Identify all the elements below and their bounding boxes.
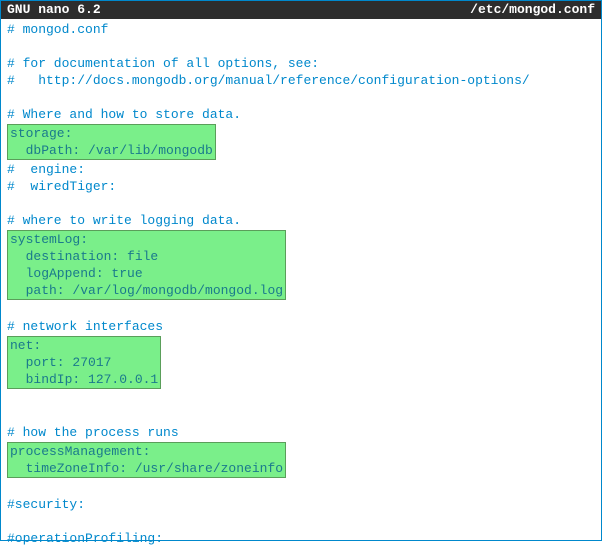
comment-line: # engine: xyxy=(7,161,595,178)
blank-line xyxy=(7,479,595,496)
highlighted-block-storage: storage: dbPath: /var/lib/mongodb xyxy=(7,124,216,160)
highlighted-block-systemlog: systemLog: destination: file logAppend: … xyxy=(7,230,286,300)
config-line: destination: file xyxy=(10,248,283,265)
blank-line xyxy=(7,301,595,318)
title-bar: GNU nano 6.2 /etc/mongod.conf xyxy=(1,1,601,19)
comment-line: # network interfaces xyxy=(7,318,595,335)
file-path: /etc/mongod.conf xyxy=(470,2,595,18)
editor-area[interactable]: # mongod.conf # for documentation of all… xyxy=(1,19,601,549)
config-line: path: /var/log/mongodb/mongod.log xyxy=(10,282,283,299)
comment-line: # how the process runs xyxy=(7,424,595,441)
comment-line: # Where and how to store data. xyxy=(7,106,595,123)
config-line: storage: xyxy=(10,125,213,142)
highlighted-block-process: processManagement: timeZoneInfo: /usr/sh… xyxy=(7,442,286,478)
config-line: bindIp: 127.0.0.1 xyxy=(10,371,158,388)
config-line: systemLog: xyxy=(10,231,283,248)
config-line: net: xyxy=(10,337,158,354)
blank-line xyxy=(7,195,595,212)
comment-line: # http://docs.mongodb.org/manual/referen… xyxy=(7,72,595,89)
app-name: GNU nano 6.2 xyxy=(7,2,101,18)
highlighted-block-net: net: port: 27017 bindIp: 127.0.0.1 xyxy=(7,336,161,389)
comment-line: # where to write logging data. xyxy=(7,212,595,229)
config-line: processManagement: xyxy=(10,443,283,460)
comment-line: #security: xyxy=(7,496,595,513)
blank-line xyxy=(7,513,595,530)
blank-line xyxy=(7,407,595,424)
blank-line xyxy=(7,390,595,407)
config-line: logAppend: true xyxy=(10,265,283,282)
comment-line: # mongod.conf xyxy=(7,21,595,38)
config-line: timeZoneInfo: /usr/share/zoneinfo xyxy=(10,460,283,477)
comment-line: # for documentation of all options, see: xyxy=(7,55,595,72)
comment-line: #operationProfiling: xyxy=(7,530,595,547)
config-line: dbPath: /var/lib/mongodb xyxy=(10,142,213,159)
config-line: port: 27017 xyxy=(10,354,158,371)
blank-line xyxy=(7,89,595,106)
blank-line xyxy=(7,38,595,55)
comment-line: # wiredTiger: xyxy=(7,178,595,195)
